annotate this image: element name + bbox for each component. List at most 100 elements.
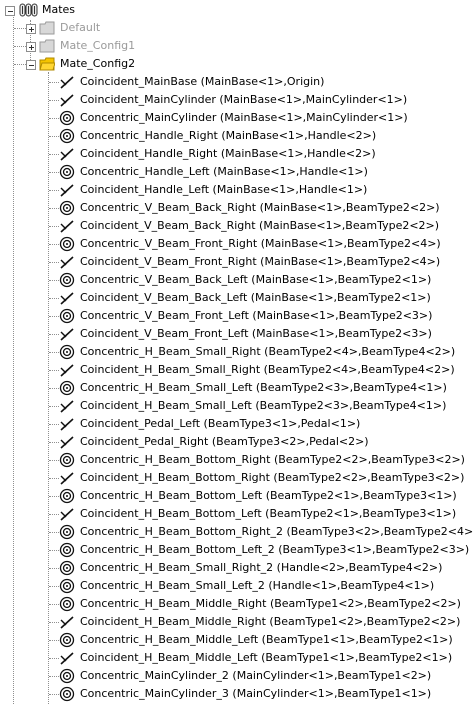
coincident-mate-icon: [59, 290, 75, 306]
mate-label: Concentric_H_Beam_Bottom_Left_2 (BeamTyp…: [80, 543, 470, 556]
mate-row[interactable]: Concentric_H_Beam_Small_Right (BeamType2…: [0, 343, 474, 361]
mate-label: Concentric_H_Beam_Small_Left_2 (Handle<1…: [80, 579, 435, 592]
mate-row[interactable]: Coincident_MainCylinder (MainBase<1>,Mai…: [0, 91, 474, 109]
mate-row[interactable]: Concentric_V_Beam_Front_Right (MainBase<…: [0, 235, 474, 253]
mate-label: Concentric_H_Beam_Bottom_Left (BeamType2…: [80, 489, 457, 502]
mate-row[interactable]: Coincident_Handle_Right (MainBase<1>,Han…: [0, 145, 474, 163]
mate-label: Concentric_V_Beam_Front_Right (MainBase<…: [80, 237, 441, 250]
mate-row[interactable]: Coincident_H_Beam_Small_Left (BeamType2<…: [0, 397, 474, 415]
mate-label: Coincident_V_Beam_Front_Left (MainBase<1…: [80, 327, 432, 340]
coincident-mate-icon: [59, 326, 75, 342]
concentric-mate-icon: [59, 488, 75, 504]
mate-row[interactable]: Concentric_Handle_Right (MainBase<1>,Han…: [0, 127, 474, 145]
mate-label: Concentric_MainCylinder (MainBase<1>,Mai…: [80, 111, 408, 124]
mate-row[interactable]: Coincident_H_Beam_Bottom_Right (BeamType…: [0, 469, 474, 487]
folder-icon: [39, 21, 55, 35]
coincident-mate-icon: [59, 506, 75, 522]
mate-row[interactable]: Concentric_MainCylinder_3 (MainCylinder<…: [0, 685, 474, 703]
concentric-mate-icon: [59, 380, 75, 396]
mates-tree: Mates Default Mate_Config1 Mate_Config2: [0, 0, 474, 704]
mate-row[interactable]: Coincident_H_Beam_Small_Right (BeamType2…: [0, 361, 474, 379]
root-label: Mates: [42, 3, 76, 16]
concentric-mate-icon: [59, 560, 75, 576]
mate-row[interactable]: Concentric_H_Beam_Small_Left (BeamType2<…: [0, 379, 474, 397]
concentric-mate-icon: [59, 596, 75, 612]
mate-row[interactable]: Concentric_V_Beam_Back_Right (MainBase<1…: [0, 199, 474, 217]
concentric-mate-icon: [59, 452, 75, 468]
mate-row[interactable]: Coincident_V_Beam_Back_Right (MainBase<1…: [0, 217, 474, 235]
coincident-mate-icon: [59, 254, 75, 270]
mate-label: Concentric_Handle_Left (MainBase<1>,Hand…: [80, 165, 368, 178]
coincident-mate-icon: [59, 218, 75, 234]
folder-icon: [39, 39, 55, 53]
mate-row[interactable]: Coincident_V_Beam_Back_Left (MainBase<1>…: [0, 289, 474, 307]
concentric-mate-icon: [59, 200, 75, 216]
coincident-mate-icon: [59, 470, 75, 486]
mate-row[interactable]: Concentric_H_Beam_Bottom_Left (BeamType2…: [0, 487, 474, 505]
mate-row[interactable]: Concentric_H_Beam_Middle_Left (BeamType1…: [0, 631, 474, 649]
mate-row[interactable]: Coincident_Pedal_Right (BeamType3<2>,Ped…: [0, 433, 474, 451]
tree-root-mates[interactable]: Mates: [0, 1, 474, 19]
mate-label: Concentric_H_Beam_Small_Right (BeamType2…: [80, 345, 456, 358]
mate-label: Coincident_V_Beam_Back_Right (MainBase<1…: [80, 219, 440, 232]
concentric-mate-icon: [59, 308, 75, 324]
mate-row[interactable]: Concentric_H_Beam_Bottom_Left_2 (BeamTyp…: [0, 541, 474, 559]
coincident-mate-icon: [59, 146, 75, 162]
mate-row[interactable]: Coincident_H_Beam_Middle_Right (BeamType…: [0, 613, 474, 631]
mate-row[interactable]: Coincident_Handle_Left (MainBase<1>,Hand…: [0, 181, 474, 199]
mate-label: Coincident_V_Beam_Front_Right (MainBase<…: [80, 255, 441, 268]
mate-row[interactable]: Concentric_H_Beam_Small_Left_2 (Handle<1…: [0, 577, 474, 595]
mate-row[interactable]: Concentric_H_Beam_Bottom_Right (BeamType…: [0, 451, 474, 469]
mate-label: Concentric_MainCylinder_2 (MainCylinder<…: [80, 669, 432, 682]
mate-label: Coincident_MainCylinder (MainBase<1>,Mai…: [80, 93, 408, 106]
mate-label: Concentric_H_Beam_Bottom_Right_2 (BeamTy…: [80, 525, 474, 538]
concentric-mate-icon: [59, 128, 75, 144]
concentric-mate-icon: [59, 542, 75, 558]
config-mate-config1[interactable]: Mate_Config1: [0, 37, 474, 55]
mate-label: Coincident_Pedal_Right (BeamType3<2>,Ped…: [80, 435, 369, 448]
coincident-mate-icon: [59, 92, 75, 108]
concentric-mate-icon: [59, 668, 75, 684]
expand-toggle[interactable]: [26, 24, 36, 34]
concentric-mate-icon: [59, 524, 75, 540]
mate-row[interactable]: Coincident_Pedal_Left (BeamType3<1>,Peda…: [0, 415, 474, 433]
mate-row[interactable]: Coincident_H_Beam_Bottom_Left (BeamType2…: [0, 505, 474, 523]
coincident-mate-icon: [59, 398, 75, 414]
coincident-mate-icon: [59, 650, 75, 666]
mate-label: Concentric_V_Beam_Front_Left (MainBase<1…: [80, 309, 433, 322]
mate-label: Coincident_H_Beam_Small_Right (BeamType2…: [80, 363, 455, 376]
coincident-mate-icon: [59, 614, 75, 630]
mate-row[interactable]: Concentric_H_Beam_Bottom_Right_2 (BeamTy…: [0, 523, 474, 541]
mate-row[interactable]: Coincident_H_Beam_Middle_Left (BeamType1…: [0, 649, 474, 667]
collapse-toggle[interactable]: [5, 6, 15, 16]
coincident-mate-icon: [59, 434, 75, 450]
mate-label: Concentric_H_Beam_Middle_Left (BeamType1…: [80, 633, 453, 646]
mate-label: Coincident_H_Beam_Middle_Right (BeamType…: [80, 615, 461, 628]
mate-row[interactable]: Coincident_V_Beam_Front_Left (MainBase<1…: [0, 325, 474, 343]
coincident-mate-icon: [59, 74, 75, 90]
coincident-mate-icon: [59, 182, 75, 198]
mate-label: Concentric_H_Beam_Bottom_Right (BeamType…: [80, 453, 465, 466]
mate-label: Coincident_Handle_Right (MainBase<1>,Han…: [80, 147, 376, 160]
mate-row[interactable]: Concentric_MainCylinder_2 (MainCylinder<…: [0, 667, 474, 685]
mate-row[interactable]: Coincident_V_Beam_Front_Right (MainBase<…: [0, 253, 474, 271]
mate-label: Coincident_Handle_Left (MainBase<1>,Hand…: [80, 183, 368, 196]
mate-row[interactable]: Concentric_H_Beam_Middle_Right (BeamType…: [0, 595, 474, 613]
mate-label: Coincident_H_Beam_Bottom_Right (BeamType…: [80, 471, 465, 484]
concentric-mate-icon: [59, 686, 75, 702]
mate-row[interactable]: Coincident_MainBase (MainBase<1>,Origin): [0, 73, 474, 91]
config-mate-config2[interactable]: Mate_Config2: [0, 55, 474, 73]
collapse-toggle[interactable]: [26, 60, 36, 70]
config-default[interactable]: Default: [0, 19, 474, 37]
mate-row[interactable]: Concentric_V_Beam_Back_Left (MainBase<1>…: [0, 271, 474, 289]
mate-row[interactable]: Concentric_MainCylinder (MainBase<1>,Mai…: [0, 109, 474, 127]
mate-label: Coincident_Pedal_Left (BeamType3<1>,Peda…: [80, 417, 361, 430]
config-label: Mate_Config2: [60, 57, 136, 70]
mate-label: Coincident_V_Beam_Back_Left (MainBase<1>…: [80, 291, 431, 304]
concentric-mate-icon: [59, 236, 75, 252]
expand-toggle[interactable]: [26, 42, 36, 52]
mate-row[interactable]: Concentric_H_Beam_Small_Right_2 (Handle<…: [0, 559, 474, 577]
mate-label: Concentric_H_Beam_Small_Right_2 (Handle<…: [80, 561, 443, 574]
mate-row[interactable]: Concentric_Handle_Left (MainBase<1>,Hand…: [0, 163, 474, 181]
mate-row[interactable]: Concentric_V_Beam_Front_Left (MainBase<1…: [0, 307, 474, 325]
